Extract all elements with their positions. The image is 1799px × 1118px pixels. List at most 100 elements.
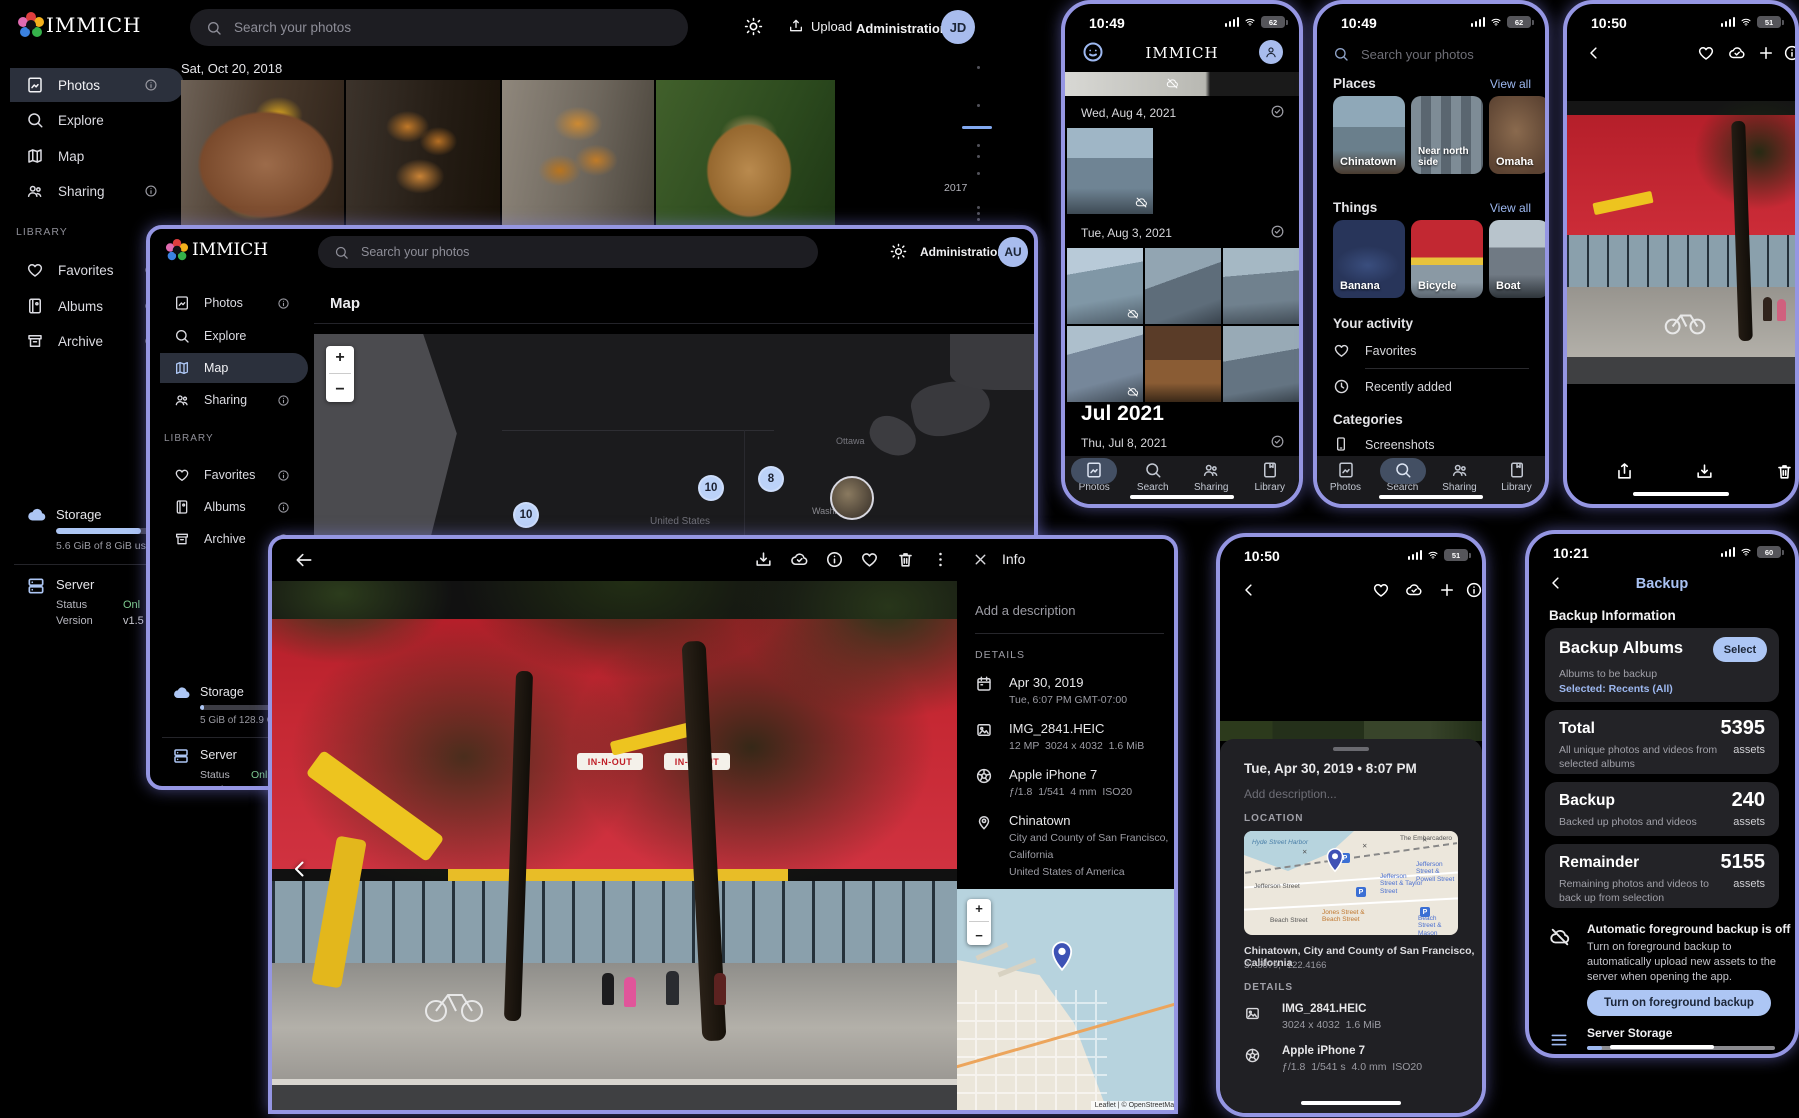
photo-mushroom-2[interactable] (346, 80, 500, 226)
profile-avatar[interactable] (1259, 40, 1283, 64)
zoom-in-button[interactable]: + (326, 350, 354, 366)
description-input[interactable]: Add a description (975, 603, 1075, 618)
places-view-all-link[interactable]: View all (1490, 77, 1531, 91)
search-input[interactable]: Search your photos (190, 9, 688, 46)
location-map[interactable]: ✕✕✕ Hyde Street Harbor The Embarcadero J… (1244, 831, 1458, 935)
delete-icon[interactable] (896, 550, 915, 569)
immich-logo[interactable]: IMMICH (172, 240, 268, 260)
sidebar-item-sharing[interactable]: Sharing (160, 385, 308, 415)
search-input[interactable]: Search your photos (1317, 40, 1545, 68)
photo-tile[interactable] (1145, 326, 1221, 402)
turn-on-foreground-backup-button[interactable]: Turn on foreground backup (1587, 990, 1771, 1016)
sidebar-item-photos[interactable]: Photos (10, 68, 184, 102)
thing-card-bicycle[interactable]: Bicycle (1411, 220, 1483, 298)
sidebar-item-favorites[interactable]: Favorites (160, 460, 308, 490)
description-input[interactable]: Add description... (1244, 787, 1337, 801)
info-icon[interactable] (1465, 581, 1483, 599)
heart-icon[interactable] (1697, 44, 1715, 62)
location-name[interactable]: Chinatown (1009, 813, 1168, 828)
photo-tile[interactable] (1067, 326, 1143, 402)
category-screenshots[interactable]: Screenshots (1365, 438, 1434, 452)
heart-icon[interactable] (1372, 581, 1390, 599)
photo-tile[interactable] (1065, 72, 1299, 96)
cloud-upload-icon[interactable] (1405, 581, 1423, 599)
archive-icon[interactable] (1695, 462, 1714, 481)
more-options-icon[interactable] (931, 550, 950, 569)
add-icon[interactable] (1438, 581, 1456, 599)
theme-toggle-icon[interactable] (744, 17, 763, 36)
share-icon[interactable] (1615, 462, 1634, 481)
photo-tile[interactable] (1223, 326, 1299, 402)
activity-favorites[interactable]: Favorites (1365, 344, 1416, 358)
info-icon[interactable] (144, 184, 158, 198)
home-indicator[interactable] (1633, 492, 1729, 496)
sidebar-item-map[interactable]: Map (10, 139, 184, 173)
info-icon[interactable] (277, 469, 290, 482)
info-icon[interactable] (277, 297, 290, 310)
nav-tab-photos[interactable]: Photos (1317, 456, 1374, 504)
select-all-icon[interactable] (1270, 104, 1285, 119)
map-zoom-control[interactable]: + − (967, 899, 991, 945)
back-icon[interactable] (1240, 581, 1258, 599)
theme-toggle-icon[interactable] (890, 243, 907, 260)
home-indicator[interactable] (1379, 495, 1483, 499)
select-all-icon[interactable] (1270, 434, 1285, 449)
thing-card-banana[interactable]: Banana (1333, 220, 1405, 298)
upload-button[interactable]: Upload (788, 18, 852, 34)
home-indicator[interactable] (1301, 1101, 1401, 1105)
search-input[interactable]: Search your photos (318, 236, 818, 268)
cloud-upload-icon[interactable] (1728, 44, 1746, 62)
download-icon[interactable] (754, 550, 773, 569)
map-cluster-marker[interactable]: 8 (758, 466, 784, 492)
photo-innout-mobile[interactable] (1567, 101, 1795, 384)
nav-tab-library[interactable]: Library (1488, 456, 1545, 504)
select-all-icon[interactable] (1270, 224, 1285, 239)
thing-card-boat[interactable]: Boat (1489, 220, 1549, 298)
photo-tile[interactable] (1145, 248, 1221, 324)
zoom-out-button[interactable]: − (326, 382, 354, 398)
user-avatar[interactable]: JD (941, 10, 975, 44)
zoom-out-button[interactable]: − (967, 929, 991, 942)
back-icon[interactable] (294, 550, 314, 570)
zoom-in-button[interactable]: + (967, 902, 991, 915)
nav-tab-photos[interactable]: Photos (1065, 456, 1124, 504)
immich-logo[interactable]: IMMICH (26, 13, 142, 37)
map-cluster-marker[interactable]: 10 (698, 475, 724, 501)
place-card-near-north-side[interactable]: Near north side (1411, 96, 1483, 174)
photo-innout[interactable]: IN-N-OUT IN-N-OUT (272, 581, 957, 1110)
info-icon[interactable] (1783, 44, 1799, 62)
sidebar-item-albums[interactable]: Albums (160, 492, 308, 522)
info-icon[interactable] (825, 550, 844, 569)
home-indicator[interactable] (1610, 1045, 1714, 1049)
select-albums-button[interactable]: Select (1713, 637, 1767, 662)
home-indicator[interactable] (1130, 495, 1234, 499)
map-attribution[interactable]: Leaflet | © OpenStreetMap (1091, 1101, 1178, 1110)
info-icon[interactable] (277, 394, 290, 407)
photo-tile[interactable] (1067, 128, 1153, 214)
map-cluster-marker[interactable]: 10 (513, 502, 539, 528)
previous-photo-icon[interactable] (288, 857, 312, 881)
info-icon[interactable] (277, 501, 290, 514)
map-zoom-control[interactable]: + − (326, 346, 354, 402)
activity-recently-added[interactable]: Recently added (1365, 380, 1452, 394)
place-card-omaha[interactable]: Omaha (1489, 96, 1549, 174)
administration-link[interactable]: Administration (856, 21, 948, 36)
sidebar-item-photos[interactable]: Photos (160, 288, 308, 318)
photo-mushroom-basket[interactable] (656, 80, 835, 226)
sheet-drag-handle[interactable] (1333, 747, 1369, 751)
administration-link[interactable]: Administration (920, 245, 1005, 259)
location-map[interactable]: + − Leaflet | © OpenStreetMap (957, 889, 1178, 1110)
photo-sliver[interactable] (1220, 721, 1482, 741)
sidebar-item-map[interactable]: Map (160, 353, 308, 383)
heart-icon[interactable] (860, 550, 879, 569)
things-view-all-link[interactable]: View all (1490, 201, 1531, 215)
photo-mushroom-1[interactable] (181, 80, 344, 226)
photo-mushroom-3[interactable] (502, 80, 654, 226)
sidebar-item-explore[interactable]: Explore (160, 321, 308, 351)
add-icon[interactable] (1757, 44, 1775, 62)
info-icon[interactable] (144, 78, 158, 92)
timeline-position-indicator[interactable] (962, 126, 992, 129)
delete-icon[interactable] (1775, 462, 1794, 481)
user-avatar[interactable]: AU (998, 237, 1028, 267)
cloud-backed-up-icon[interactable] (790, 550, 809, 569)
